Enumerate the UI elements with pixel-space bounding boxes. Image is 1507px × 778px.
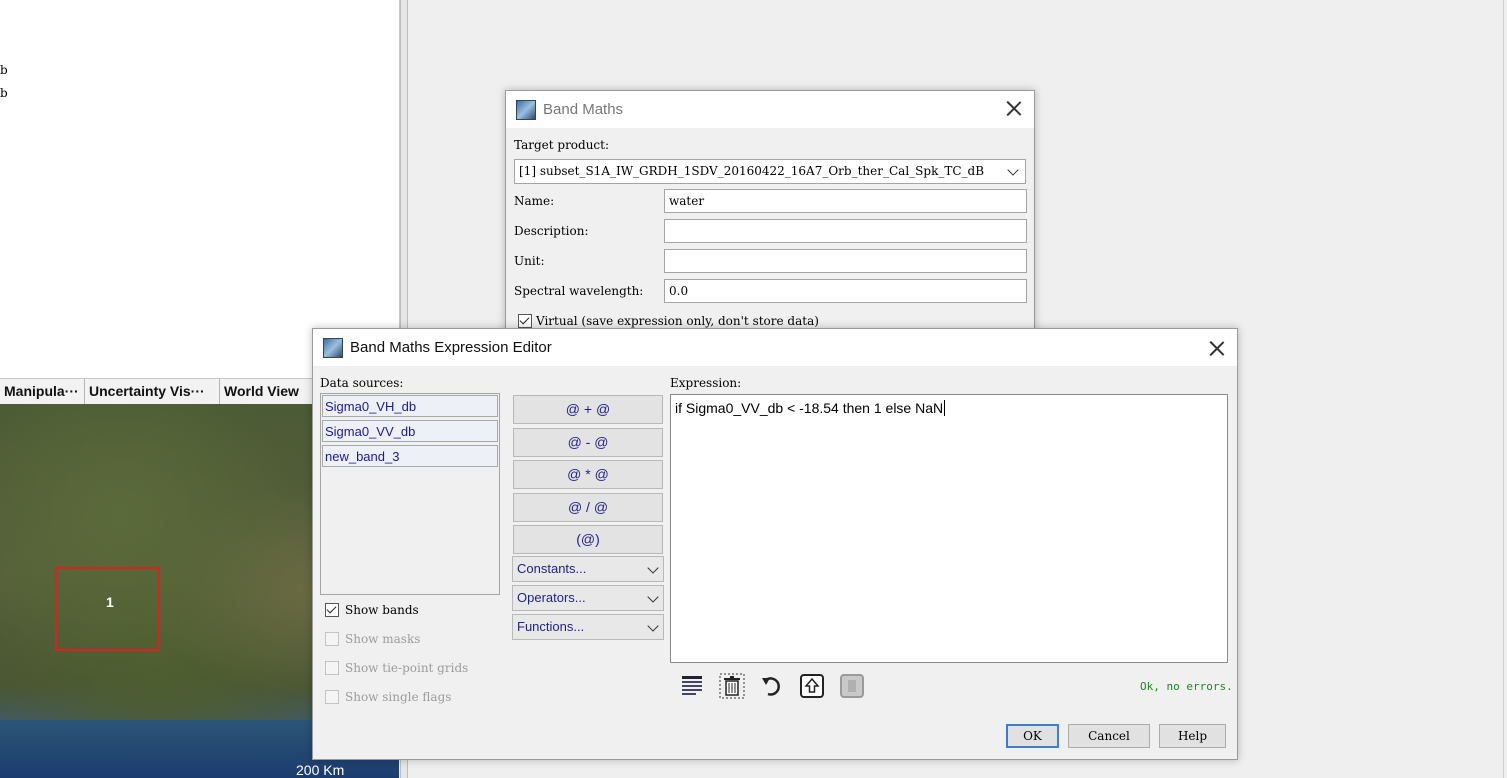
virtual-checkbox-row[interactable]: Virtual (save expression only, don't sto… bbox=[518, 314, 819, 328]
help-button[interactable]: Help bbox=[1159, 724, 1226, 748]
band-maths-dialog: Band Maths Target product: [1] subset_S1… bbox=[505, 90, 1035, 342]
constants-label: Constants... bbox=[517, 561, 587, 576]
show-bands-checkbox[interactable] bbox=[325, 602, 339, 617]
tree-node-fragment[interactable]: b bbox=[0, 86, 8, 100]
export-icon bbox=[840, 674, 864, 698]
name-field[interactable]: water bbox=[664, 189, 1027, 213]
delete-icon[interactable] bbox=[719, 672, 745, 700]
window-edge bbox=[1503, 0, 1504, 778]
text-cursor bbox=[944, 400, 946, 416]
map-scale-label: 200 Km bbox=[296, 762, 345, 778]
add-operator-button[interactable]: @ + @ bbox=[513, 395, 663, 424]
show-single-flags-checkbox bbox=[325, 689, 339, 704]
virtual-label: Virtual (save expression only, don't sto… bbox=[536, 314, 819, 328]
show-single-flags-row: Show single flags bbox=[325, 682, 468, 711]
source-filter-checkboxes: Show bands Show masks Show tie-point gri… bbox=[325, 595, 468, 711]
chevron-down-icon bbox=[647, 620, 659, 632]
operators-label: Operators... bbox=[517, 590, 586, 605]
target-product-label: Target product: bbox=[514, 138, 610, 152]
list-item[interactable]: new_band_3 bbox=[322, 445, 498, 467]
tree-node-fragment[interactable]: b bbox=[0, 63, 8, 77]
show-tie-point-grids-checkbox bbox=[325, 660, 339, 675]
close-icon[interactable] bbox=[1209, 340, 1225, 356]
show-tie-point-grids-label: Show tie-point grids bbox=[345, 660, 469, 675]
dialog-title: Band Maths bbox=[543, 101, 624, 118]
show-bands-row[interactable]: Show bands bbox=[325, 595, 468, 624]
expression-text: if Sigma0_VV_db < -18.54 then 1 else NaN bbox=[675, 400, 944, 416]
expression-editor-titlebar[interactable]: Band Maths Expression Editor bbox=[313, 329, 1237, 366]
list-item[interactable]: Sigma0_VV_db bbox=[322, 420, 498, 442]
cancel-button[interactable]: Cancel bbox=[1068, 724, 1150, 748]
unit-label: Unit: bbox=[514, 254, 545, 268]
description-label: Description: bbox=[514, 224, 589, 238]
show-bands-label: Show bands bbox=[345, 602, 419, 617]
validation-status: Ok, no errors. bbox=[1140, 680, 1233, 693]
functions-dropdown[interactable]: Functions... bbox=[512, 614, 664, 640]
virtual-checkbox[interactable] bbox=[518, 314, 532, 328]
divide-operator-button[interactable]: @ / @ bbox=[513, 492, 663, 522]
tab-world-view[interactable]: World View bbox=[220, 379, 318, 404]
product-explorer-panel: b b bbox=[0, 0, 400, 378]
target-product-select[interactable]: [1] subset_S1A_IW_GRDH_1SDV_20160422_16A… bbox=[514, 159, 1026, 184]
multiply-operator-button[interactable]: @ * @ bbox=[513, 460, 663, 489]
data-sources-list[interactable]: Sigma0_VH_db Sigma0_VV_db new_band_3 bbox=[320, 393, 500, 595]
target-product-value: [1] subset_S1A_IW_GRDH_1SDV_20160422_16A… bbox=[519, 164, 985, 178]
constants-dropdown[interactable]: Constants... bbox=[512, 556, 664, 582]
tab-uncertainty-visualisation[interactable]: Uncertainty Vis··· bbox=[85, 379, 220, 404]
select-all-icon[interactable] bbox=[679, 672, 705, 700]
operators-dropdown[interactable]: Operators... bbox=[512, 585, 664, 611]
show-masks-checkbox bbox=[325, 631, 339, 646]
show-masks-label: Show masks bbox=[345, 631, 421, 646]
list-item[interactable]: Sigma0_VH_db bbox=[322, 395, 498, 417]
dialog-title: Band Maths Expression Editor bbox=[350, 339, 552, 356]
spectral-wavelength-field[interactable]: 0.0 bbox=[664, 279, 1027, 303]
snap-app-icon bbox=[516, 99, 536, 120]
show-single-flags-label: Show single flags bbox=[345, 689, 452, 704]
chevron-down-icon bbox=[647, 562, 659, 574]
import-icon[interactable] bbox=[799, 672, 825, 700]
chevron-down-icon bbox=[1007, 164, 1019, 176]
undo-icon[interactable] bbox=[759, 672, 785, 700]
unit-field[interactable] bbox=[664, 249, 1027, 273]
data-sources-label: Data sources: bbox=[320, 376, 404, 390]
snap-app-icon bbox=[323, 337, 343, 358]
chevron-down-icon bbox=[647, 591, 659, 603]
description-field[interactable] bbox=[664, 219, 1027, 243]
insert-dropdowns: Constants... Operators... Functions... bbox=[512, 556, 664, 643]
ok-button[interactable]: OK bbox=[1006, 724, 1059, 748]
show-tie-point-grids-row: Show tie-point grids bbox=[325, 653, 468, 682]
band-maths-titlebar[interactable]: Band Maths bbox=[506, 91, 1034, 128]
functions-label: Functions... bbox=[517, 619, 585, 634]
spectral-wavelength-label: Spectral wavelength: bbox=[514, 284, 644, 298]
subtract-operator-button[interactable]: @ - @ bbox=[513, 427, 663, 457]
name-label: Name: bbox=[514, 194, 555, 208]
show-masks-row: Show masks bbox=[325, 624, 468, 653]
product-boundary-label: 1 bbox=[106, 594, 114, 610]
close-icon[interactable] bbox=[1006, 100, 1022, 116]
parentheses-button[interactable]: (@) bbox=[513, 525, 663, 554]
expression-textarea[interactable]: if Sigma0_VV_db < -18.54 then 1 else NaN bbox=[670, 394, 1228, 663]
expression-label: Expression: bbox=[670, 376, 742, 390]
tab-manipulation[interactable]: Manipula··· bbox=[0, 379, 85, 404]
operator-buttons: @ + @ @ - @ @ * @ @ / @ (@) bbox=[513, 395, 663, 558]
